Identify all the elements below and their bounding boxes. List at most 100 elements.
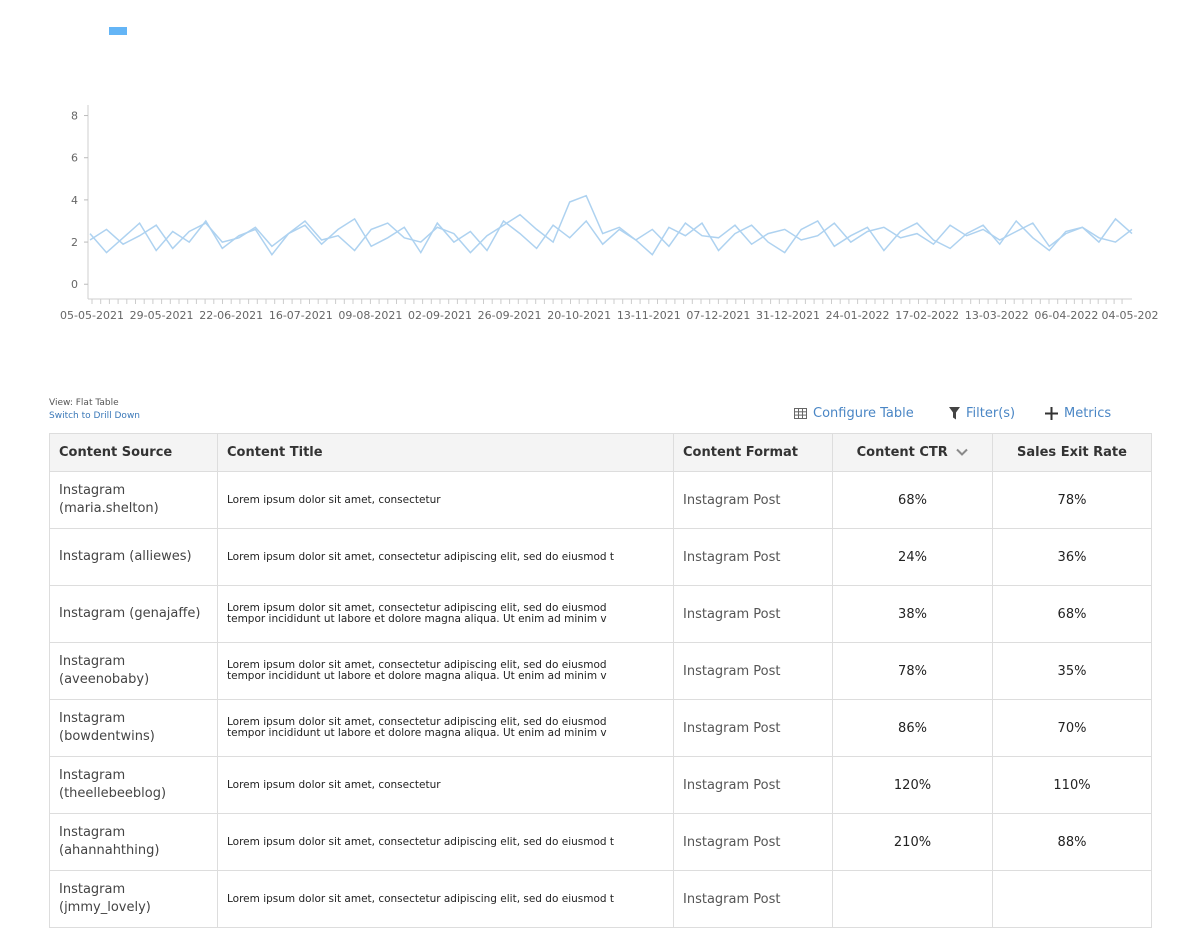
filters-label: Filter(s) <box>966 406 1016 421</box>
cell-content-format: Instagram Post <box>673 813 833 871</box>
cell-content-format: Instagram Post <box>673 870 833 928</box>
cell-content-ctr <box>832 870 993 928</box>
content-ctr-label: Content CTR <box>856 445 948 460</box>
cell-content-ctr: 78% <box>832 642 993 700</box>
x-tick-label: 04-05-202 <box>1102 309 1159 322</box>
cell-content-title: Lorem ipsum dolor sit amet, consectetur … <box>217 699 674 757</box>
x-tick-label: 07-12-2021 <box>686 309 750 322</box>
column-header-content-ctr[interactable]: Content CTR <box>832 433 993 472</box>
cell-sales-exit-rate: 88% <box>992 813 1152 871</box>
cell-content-source: Instagram (genajaffe) <box>49 585 218 643</box>
cell-content-title: Lorem ipsum dolor sit amet, consectetur … <box>217 642 674 700</box>
cell-sales-exit-rate: 36% <box>992 528 1152 586</box>
series-line-2 <box>89 217 1133 256</box>
title-line-1: Lorem ipsum dolor sit amet, consectetur … <box>227 551 615 563</box>
x-tick-label: 26-09-2021 <box>478 309 542 322</box>
title-line-1: Lorem ipsum dolor sit amet, consectetur … <box>227 717 607 728</box>
plus-icon <box>1045 407 1058 420</box>
table-row[interactable]: Instagram (alliewes) Lorem ipsum dolor si… <box>49 528 1152 586</box>
x-tick-label: 17-02-2022 <box>895 309 959 322</box>
x-tick-label: 24-01-2022 <box>826 309 890 322</box>
cell-content-ctr: 86% <box>832 699 993 757</box>
table-row[interactable]: Instagram (genajaffe) Lorem ipsum dolor s… <box>49 585 1152 643</box>
cell-content-title: Lorem ipsum dolor sit amet, consectetur … <box>217 528 674 586</box>
x-tick-label: 02-09-2021 <box>408 309 472 322</box>
table-row[interactable]: Instagram (aveenobaby) Lorem ipsum dolor … <box>49 642 1152 700</box>
y-tick-label: 6 <box>71 152 78 165</box>
cell-content-title: Lorem ipsum dolor sit amet, consectetur … <box>217 585 674 643</box>
table-row[interactable]: Instagram (jmmy_lovely) Lorem ipsum dolor… <box>49 870 1152 928</box>
column-header-content-title[interactable]: Content Title <box>217 433 674 472</box>
y-tick-label: 4 <box>71 194 78 207</box>
x-tick-label: 06-04-2022 <box>1034 309 1098 322</box>
title-line-2: tempor incididunt ut labore et dolore ma… <box>227 728 607 739</box>
cell-content-ctr: 24% <box>832 528 993 586</box>
filter-icon <box>949 407 960 420</box>
filters-button[interactable]: Filter(s) <box>949 406 1015 421</box>
cell-content-source: Instagram (aveenobaby) <box>49 642 218 700</box>
column-header-sales-exit-rate[interactable]: Sales Exit Rate <box>992 433 1152 472</box>
cell-sales-exit-rate: 110% <box>992 756 1152 814</box>
cell-sales-exit-rate <box>992 870 1152 928</box>
sort-desc-icon[interactable] <box>956 445 969 460</box>
x-tick-label: 29-05-2021 <box>130 309 194 322</box>
y-tick-label: 0 <box>71 278 78 291</box>
cell-content-source: Instagram (ahannahthing) <box>49 813 218 871</box>
title-line-1: Lorem ipsum dolor sit amet, consectetur … <box>227 836 615 848</box>
table-row[interactable]: Instagram (maria.shelton) Lorem ipsum dol… <box>49 471 1152 529</box>
cell-content-format: Instagram Post <box>673 585 833 643</box>
view-mode-label: View: Flat Table <box>49 398 119 408</box>
switch-view-link[interactable]: Switch to Drill Down <box>49 411 140 421</box>
add-metrics-button[interactable]: Metrics <box>1045 406 1111 421</box>
cell-sales-exit-rate: 68% <box>992 585 1152 643</box>
column-header-content-source[interactable]: Content Source <box>49 433 218 472</box>
x-tick-label: 13-03-2022 <box>965 309 1029 322</box>
x-tick-label: 22-06-2021 <box>199 309 263 322</box>
cell-content-ctr: 38% <box>832 585 993 643</box>
cell-content-source: Instagram (bowdentwins) <box>49 699 218 757</box>
cell-content-format: Instagram Post <box>673 471 833 529</box>
title-line-1: Lorem ipsum dolor sit amet, consectetur … <box>227 893 615 905</box>
cell-content-format: Instagram Post <box>673 642 833 700</box>
table-header-row: Content Source Content Title Content For… <box>49 433 1152 472</box>
cell-content-ctr: 68% <box>832 471 993 529</box>
cell-content-ctr: 120% <box>832 756 993 814</box>
x-tick-label: 20-10-2021 <box>547 309 611 322</box>
table-row[interactable]: Instagram (theellebeeblog) Lorem ipsum do… <box>49 756 1152 814</box>
cell-content-ctr: 210% <box>832 813 993 871</box>
x-tick-label: 31-12-2021 <box>756 309 820 322</box>
cell-content-title: Lorem ipsum dolor sit amet, consectetur <box>217 756 674 814</box>
content-table: Content Source Content Title Content For… <box>49 433 1152 928</box>
cell-content-source: Instagram (jmmy_lovely) <box>49 870 218 928</box>
table-row[interactable]: Instagram (ahannahthing) Lorem ipsum dolo… <box>49 813 1152 871</box>
cell-content-title: Lorem ipsum dolor sit amet, consectetur … <box>217 870 674 928</box>
cell-sales-exit-rate: 70% <box>992 699 1152 757</box>
title-line-1: Lorem ipsum dolor sit amet, consectetur <box>227 494 441 506</box>
table-row[interactable]: Instagram (bowdentwins) Lorem ipsum dolor… <box>49 699 1152 757</box>
legend-swatch <box>109 27 127 35</box>
cell-content-title: Lorem ipsum dolor sit amet, consectetur <box>217 471 674 529</box>
metrics-label: Metrics <box>1064 406 1112 421</box>
y-tick-label: 2 <box>71 236 78 249</box>
cell-content-format: Instagram Post <box>673 528 833 586</box>
x-tick-label: 09-08-2021 <box>338 309 402 322</box>
x-tick-label: 16-07-2021 <box>269 309 333 322</box>
title-line-1: Lorem ipsum dolor sit amet, consectetur … <box>227 660 607 671</box>
cell-content-title: Lorem ipsum dolor sit amet, consectetur … <box>217 813 674 871</box>
line-chart: 0 2 4 6 8 05-05-2021 29-05-2021 22-06-2021 16-07… <box>60 105 1159 322</box>
title-line-1: Lorem ipsum dolor sit amet, consectetur … <box>227 603 607 614</box>
title-line-2: tempor incididunt ut labore et dolore ma… <box>227 671 607 682</box>
column-header-content-format[interactable]: Content Format <box>673 433 833 472</box>
title-line-1: Lorem ipsum dolor sit amet, consectetur <box>227 779 441 791</box>
series-line-1 <box>89 194 1133 254</box>
cell-content-source: Instagram (alliewes) <box>49 528 218 586</box>
cell-sales-exit-rate: 78% <box>992 471 1152 529</box>
configure-table-button[interactable]: Configure Table <box>794 406 914 421</box>
configure-table-label: Configure Table <box>813 406 914 421</box>
cell-content-source: Instagram (maria.shelton) <box>49 471 218 529</box>
y-tick-label: 8 <box>71 110 78 123</box>
cell-content-source: Instagram (theellebeeblog) <box>49 756 218 814</box>
cell-content-format: Instagram Post <box>673 699 833 757</box>
x-tick-label: 13-11-2021 <box>617 309 681 322</box>
cell-content-format: Instagram Post <box>673 756 833 814</box>
